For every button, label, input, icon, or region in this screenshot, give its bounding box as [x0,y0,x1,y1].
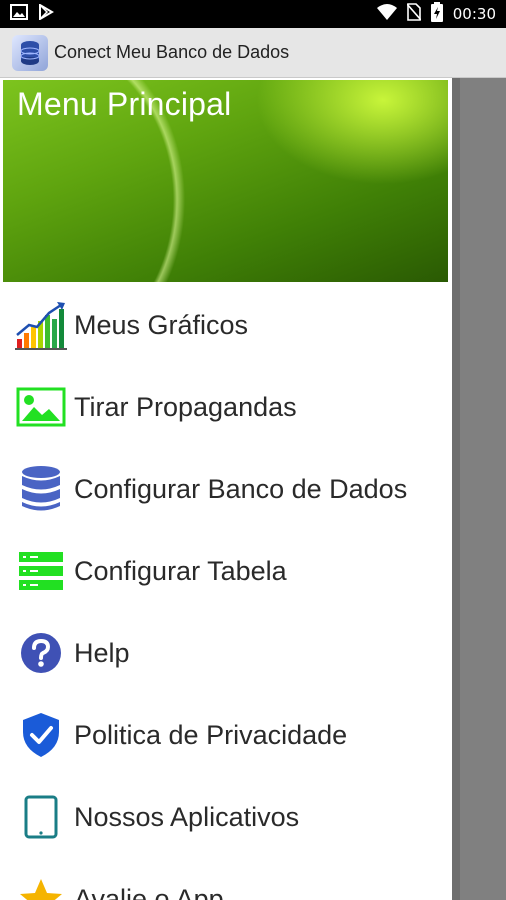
tablet-icon [15,791,67,843]
drawer-header: Menu Principal [3,80,448,282]
menu-item-configurar-tabela[interactable]: Configurar Tabela [0,530,452,612]
menu-item-label: Configurar Tabela [74,555,287,586]
help-circle-icon [15,627,67,679]
drawer-shadow [452,78,460,900]
app-title: Conect Meu Banco de Dados [54,42,290,62]
play-store-icon [38,2,54,25]
bar-chart-icon [15,299,67,351]
menu-item-label: Politica de Privacidade [74,719,348,750]
database-icon [15,463,67,515]
navigation-drawer: Menu Principal Meus Gráficos Tirar Propa… [0,78,452,900]
menu-item-meus-graficos[interactable]: Meus Gráficos [0,284,452,366]
no-sim-icon [406,2,422,26]
battery-icon [430,1,443,27]
wifi-icon [376,3,397,25]
menu-item-label: Tirar Propagandas [74,391,297,422]
gallery-icon [10,3,28,25]
menu-item-tirar-propagandas[interactable]: Tirar Propagandas [0,366,452,448]
menu-item-nossos-aplicativos[interactable]: Nossos Aplicativos [0,776,452,858]
image-icon [15,381,67,433]
menu-item-label: Avalie o App [74,883,224,900]
database-app-icon[interactable] [12,34,48,71]
app-bar: Conect Meu Banco de Dados [0,28,506,78]
menu-item-configurar-banco[interactable]: Configurar Banco de Dados [0,448,452,530]
menu-item-politica-privacidade[interactable]: Politica de Privacidade [0,694,452,776]
menu-item-help[interactable]: Help [0,612,452,694]
drawer-title: Menu Principal [17,86,232,122]
status-time: 00:30 [452,5,496,23]
menu-item-avalie-app[interactable]: Avalie o App [0,858,452,900]
menu-item-label: Nossos Aplicativos [74,801,300,832]
status-bar: 00:30 [0,0,506,28]
menu-item-label: Help [74,637,130,668]
drawer-scrim[interactable] [452,78,506,900]
star-icon [15,873,67,900]
menu-item-label: Meus Gráficos [74,309,249,340]
menu-item-label: Configurar Banco de Dados [74,473,408,504]
shield-check-icon [15,709,67,761]
table-rows-icon [15,545,67,597]
drawer-menu: Meus Gráficos Tirar Propagandas Configur… [0,284,452,900]
